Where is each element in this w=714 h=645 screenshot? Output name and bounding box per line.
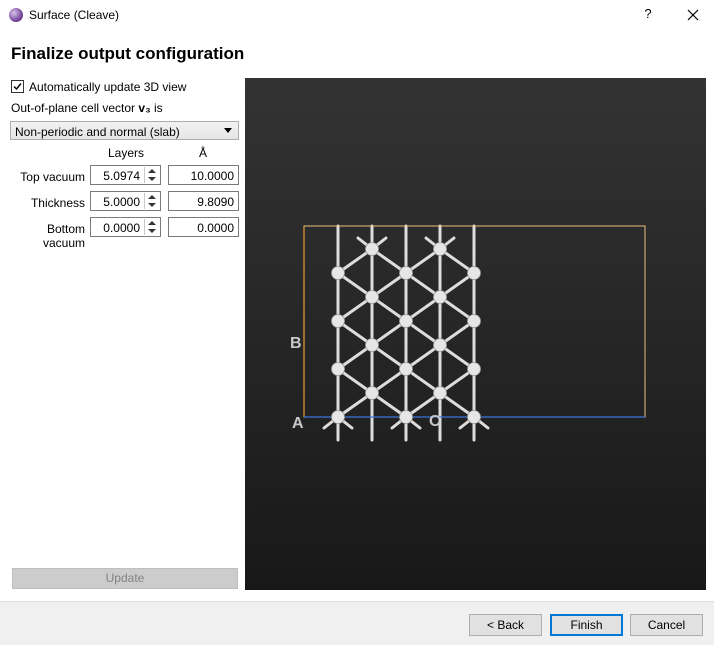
atom — [331, 314, 345, 328]
layers-column-header: Layers — [108, 146, 145, 160]
out-of-plane-prefix: Out-of-plane cell vector — [11, 101, 139, 115]
back-button[interactable]: < Back — [469, 614, 542, 636]
finish-button[interactable]: Finish — [550, 614, 623, 636]
boundary-select[interactable]: Non-periodic and normal (slab) — [10, 121, 239, 140]
atom — [399, 314, 413, 328]
page-title: Finalize output configuration — [11, 44, 245, 63]
auto-update-checkbox[interactable] — [11, 80, 24, 93]
a-axis-label: A — [292, 415, 304, 432]
angstrom-column-header: Å — [199, 146, 208, 160]
cancel-button[interactable]: Cancel — [630, 614, 703, 636]
atom — [331, 410, 345, 424]
bottom-vacuum-angstrom-value: 0.0000 — [197, 221, 234, 235]
help-button[interactable]: ? — [640, 6, 656, 24]
spin-down-icon[interactable] — [148, 177, 156, 181]
spin-down-icon[interactable] — [148, 203, 156, 207]
checkmark-icon — [13, 83, 22, 91]
atom — [399, 410, 413, 424]
top-vacuum-angstrom-field[interactable]: 10.0000 — [168, 165, 239, 185]
thickness-label: Thickness — [30, 196, 85, 210]
out-of-plane-label: Out-of-plane cell vector v₃ is — [11, 101, 163, 115]
c-axis-label: C — [429, 413, 441, 430]
atom — [467, 362, 481, 376]
atom — [433, 338, 447, 352]
bottom-vacuum-angstrom-field[interactable]: 0.0000 — [168, 217, 239, 237]
atom — [365, 290, 379, 304]
atom — [331, 266, 345, 280]
app-icon — [9, 8, 23, 22]
b-axis-label: B — [290, 335, 302, 352]
structure-view[interactable]: B A C — [245, 78, 706, 590]
3d-viewer[interactable]: B A C — [245, 78, 706, 590]
atom — [399, 362, 413, 376]
atom — [467, 410, 481, 424]
auto-update-label: Automatically update 3D view — [29, 80, 187, 94]
spin-down-icon[interactable] — [148, 229, 156, 233]
out-of-plane-vector: v₃ — [138, 101, 151, 115]
spin-up-icon[interactable] — [148, 169, 156, 173]
spin-buttons[interactable] — [144, 167, 159, 183]
boundary-select-value: Non-periodic and normal (slab) — [15, 125, 180, 139]
update-button[interactable]: Update — [12, 568, 238, 589]
atom — [399, 266, 413, 280]
out-of-plane-suffix: is — [150, 101, 163, 115]
top-vacuum-label: Top vacuum — [20, 170, 85, 184]
atom — [467, 266, 481, 280]
atom — [331, 362, 345, 376]
atom — [467, 314, 481, 328]
thickness-angstrom-value: 9.8090 — [197, 195, 234, 209]
atom — [433, 386, 447, 400]
window-title: Surface (Cleave) — [29, 8, 120, 22]
atom — [365, 386, 379, 400]
spin-up-icon[interactable] — [148, 195, 156, 199]
thickness-layers-spinbox[interactable]: 5.0000 — [90, 191, 161, 211]
bonds-group — [322, 224, 490, 442]
atom — [433, 242, 447, 256]
close-icon — [687, 9, 699, 21]
bottom-vacuum-label: Bottom vacuum — [42, 222, 85, 250]
bottom-vacuum-layers-value: 0.0000 — [103, 221, 140, 235]
thickness-angstrom-field[interactable]: 9.8090 — [168, 191, 239, 211]
top-vacuum-angstrom-value: 10.0000 — [190, 169, 234, 183]
thickness-layers-value: 5.0000 — [103, 195, 140, 209]
spin-buttons[interactable] — [144, 193, 159, 209]
atom — [433, 290, 447, 304]
bottom-vacuum-layers-spinbox[interactable]: 0.0000 — [90, 217, 161, 237]
spin-up-icon[interactable] — [148, 221, 156, 225]
atom — [365, 242, 379, 256]
atom — [365, 338, 379, 352]
spin-buttons[interactable] — [144, 219, 159, 235]
chevron-down-icon — [224, 128, 232, 133]
close-button[interactable] — [684, 5, 702, 25]
top-vacuum-layers-spinbox[interactable]: 5.0974 — [90, 165, 161, 185]
top-vacuum-layers-value: 5.0974 — [103, 169, 140, 183]
